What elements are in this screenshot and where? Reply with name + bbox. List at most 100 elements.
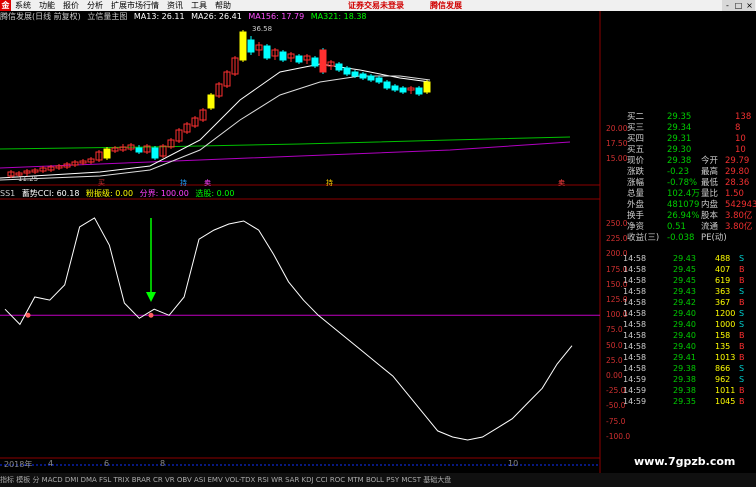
candle-body xyxy=(103,148,111,159)
trade-row: 14:58 29.40 135 B xyxy=(623,341,756,352)
quote-row: 净资 0.51 流通 3.80亿 xyxy=(597,222,756,233)
watermark-text: www.7gpzb.com xyxy=(634,455,736,468)
cross-point xyxy=(148,312,154,318)
x-label-8: 8 xyxy=(160,459,166,468)
x-label-10: 10 xyxy=(508,459,519,468)
quote-value: -0.78% xyxy=(667,178,698,188)
trade-volume: 407 xyxy=(715,265,731,274)
quote-subvalue: 542943 xyxy=(725,200,756,210)
quote-value: 29.34 xyxy=(667,123,692,133)
quote-sublabel: 最高 xyxy=(701,167,719,177)
quote-label: 净资 xyxy=(627,222,645,232)
trade-price: 29.43 xyxy=(673,254,696,263)
trade-volume: 866 xyxy=(715,364,731,373)
candle-body xyxy=(351,71,359,77)
score-value: 分界: 100.00 xyxy=(139,189,189,198)
trade-row: 14:58 29.45 407 B xyxy=(623,264,756,275)
quote-row: 买五 29.30 10 xyxy=(597,145,756,156)
trade-time: 14:58 xyxy=(623,342,647,351)
trade-row: 14:59 29.38 962 S xyxy=(623,374,756,385)
trade-side: S xyxy=(739,364,745,373)
trade-time: 14:58 xyxy=(623,364,647,373)
candle-body xyxy=(375,77,383,83)
trade-time: 14:58 xyxy=(623,276,647,285)
trade-time: 14:58 xyxy=(623,254,647,263)
quote-sublabel: 内盘 xyxy=(701,200,719,210)
candle-body xyxy=(383,81,391,89)
quote-label: 涨跌 xyxy=(627,167,645,177)
trade-price: 29.42 xyxy=(673,298,696,307)
signal-marker-sell: 卖 xyxy=(204,179,211,187)
quote-subvalue: 10 xyxy=(735,134,746,144)
quote-sublabel: PE(动) xyxy=(701,233,727,243)
quote-value: 26.94% xyxy=(667,211,700,221)
cci-line xyxy=(4,217,573,441)
quote-label: 买二 xyxy=(627,112,645,122)
trade-time: 14:58 xyxy=(623,320,647,329)
trade-price: 29.38 xyxy=(673,364,696,373)
quote-row: 外盘 481079 内盘 542943 xyxy=(597,200,756,211)
quote-subvalue: 1.50 xyxy=(725,189,744,199)
highlight-candle xyxy=(319,49,327,73)
indicator-header: SS1 蓄势CCI: 60.18 粉振级: 0.00 分界: 100.00 选股… xyxy=(0,188,596,199)
candle-body xyxy=(399,87,407,93)
quote-value: 29.31 xyxy=(667,134,692,144)
candle-body xyxy=(207,94,215,109)
break-value: 粉振级: 0.00 xyxy=(86,189,134,198)
trade-volume: 962 xyxy=(715,375,731,384)
trade-volume: 1000 xyxy=(715,320,736,329)
quote-sublabel: 流通 xyxy=(701,222,719,232)
trade-row: 14:58 29.42 367 B xyxy=(623,297,756,308)
indicator-name[interactable]: SS1 xyxy=(0,189,15,198)
trade-side: S xyxy=(739,375,745,384)
quote-value: -0.23 xyxy=(667,167,689,177)
cross-point-2 xyxy=(25,312,31,318)
trade-side: B xyxy=(739,265,745,274)
indicator-tick: 50.0 xyxy=(606,340,623,350)
candle-body xyxy=(335,63,343,71)
signal-marker-sell-2: 卖 xyxy=(558,179,565,187)
trade-price: 29.40 xyxy=(673,320,696,329)
trade-price: 29.40 xyxy=(673,342,696,351)
candle-body xyxy=(239,31,247,61)
candle-body xyxy=(415,87,423,95)
trade-side: B xyxy=(739,386,745,395)
quote-value: 102.4万 xyxy=(667,189,700,199)
indicator-tick: 75.0 xyxy=(606,325,623,335)
candle-body xyxy=(263,45,271,59)
quote-row: 收益(三) -0.038 PE(动) xyxy=(597,233,756,244)
trade-row: 14:58 29.43 363 S xyxy=(623,286,756,297)
indicator-tabs-footer[interactable]: 指标 模板 分 MACD DMI DMA FSL TRIX BRAR CR VR… xyxy=(0,473,756,487)
trade-row: 14:59 29.35 1045 B xyxy=(623,396,756,407)
trade-row: 14:58 29.40 1000 S xyxy=(623,319,756,330)
trade-side: S xyxy=(739,309,745,318)
trade-volume: 619 xyxy=(715,276,731,285)
candle-body xyxy=(151,147,159,159)
quote-row: 涨跌 -0.23 最高 29.80 xyxy=(597,167,756,178)
quote-label: 买三 xyxy=(627,123,645,133)
candle-body xyxy=(343,67,351,75)
trade-row: 14:59 29.38 1011 B xyxy=(623,385,756,396)
quote-panel: 买二 29.35 138 买三 29.34 8 买四 29.31 10 买五 29.30 10 现价 29… xyxy=(597,112,756,252)
trade-side: B xyxy=(739,342,745,351)
candle-body xyxy=(295,55,303,63)
candle-body xyxy=(423,81,431,93)
trade-row: 14:58 29.43 488 S xyxy=(623,253,756,264)
quote-row: 买二 29.35 138 xyxy=(597,112,756,123)
cci-value: 蓄势CCI: 60.18 xyxy=(21,189,80,198)
candle-body xyxy=(135,147,143,153)
trade-time: 14:59 xyxy=(623,397,647,406)
quote-value: -0.038 xyxy=(667,233,695,243)
trade-volume: 363 xyxy=(715,287,731,296)
buy-arrow-head-icon xyxy=(146,292,156,302)
trade-side: S xyxy=(739,287,745,296)
trade-side: B xyxy=(739,397,745,406)
x-label-6: 6 xyxy=(104,459,110,468)
trade-volume: 1013 xyxy=(715,353,736,362)
trade-time: 14:58 xyxy=(623,287,647,296)
indicator-tick: -75.0 xyxy=(606,416,626,426)
trade-price: 29.40 xyxy=(673,331,696,340)
quote-row: 涨幅 -0.78% 最低 28.36 xyxy=(597,178,756,189)
signal-marker-hold: 持 xyxy=(180,179,187,187)
quote-row: 现价 29.38 今开 29.79 xyxy=(597,156,756,167)
